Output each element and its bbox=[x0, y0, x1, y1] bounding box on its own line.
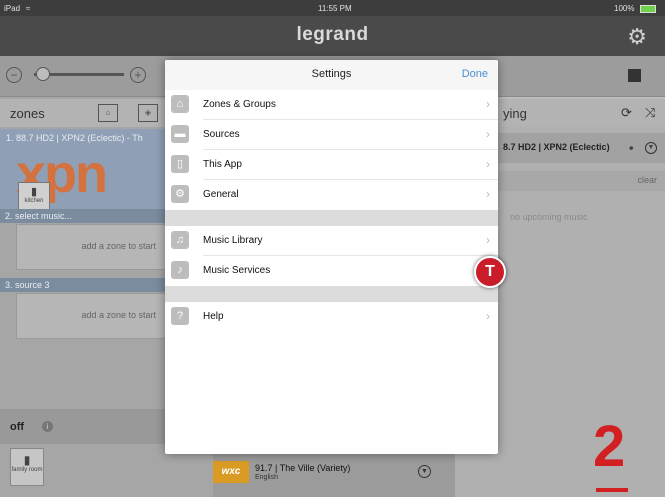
home-zone-icon[interactable]: ⌂ bbox=[98, 104, 118, 122]
speaker-icon: ▮ bbox=[30, 186, 38, 198]
family-room-tile[interactable]: ▮ family room bbox=[10, 448, 44, 486]
family-room-label: family room bbox=[11, 467, 43, 473]
settings-item-music-library[interactable]: ♫ Music Library › bbox=[165, 226, 498, 256]
tablet-icon: ▯ bbox=[171, 155, 189, 173]
off-label: off bbox=[10, 421, 25, 433]
settings-item-general[interactable]: ⚙ General › bbox=[165, 180, 498, 210]
wifi-icon: ≈ bbox=[26, 4, 31, 13]
info-icon[interactable]: i bbox=[42, 421, 53, 432]
repeat-icon[interactable]: ⟳ bbox=[621, 105, 632, 121]
zone-3-label: 3. source 3 bbox=[5, 280, 50, 290]
chevron-down-icon[interactable]: ▼ bbox=[418, 465, 431, 478]
now-playing-title: ying bbox=[503, 106, 527, 121]
settings-item-this-app[interactable]: ▯ This App › bbox=[165, 150, 498, 180]
step-number: 2 bbox=[593, 414, 626, 479]
settings-modal: Settings Done ⌂ Zones & Groups › ▬ Sourc… bbox=[165, 60, 498, 454]
battery-percent: 100% bbox=[614, 4, 635, 13]
settings-item-label: Music Services bbox=[203, 265, 271, 276]
chevron-right-icon: › bbox=[486, 157, 490, 171]
chevron-right-icon: › bbox=[486, 127, 490, 141]
status-time: 11:55 PM bbox=[318, 4, 352, 13]
settings-title: Settings bbox=[311, 68, 352, 80]
bottom-now-playing[interactable]: wxc 91.7 | The Ville (Variety) English ▼ bbox=[213, 454, 455, 497]
status-bar: iPad ≈ 11:55 PM 100% bbox=[0, 0, 665, 16]
kitchen-room-tile[interactable]: ▮ kitchen bbox=[18, 182, 50, 210]
clear-button[interactable]: clear bbox=[637, 175, 657, 185]
upcoming-empty-text: no upcoming music bbox=[510, 212, 588, 222]
settings-item-help[interactable]: ? Help › bbox=[165, 302, 498, 332]
volume-down-icon[interactable]: − bbox=[6, 67, 22, 83]
settings-item-label: Music Library bbox=[203, 235, 263, 246]
settings-header: Settings Done bbox=[165, 60, 498, 91]
battery-icon bbox=[640, 5, 656, 13]
settings-item-sources[interactable]: ▬ Sources › bbox=[165, 120, 498, 150]
zones-title: zones bbox=[10, 106, 45, 121]
volume-icon: ⦁ bbox=[629, 142, 634, 152]
device-label: iPad bbox=[4, 4, 21, 13]
tap-indicator-badge: T bbox=[474, 256, 506, 288]
app-logo: legrand bbox=[296, 24, 369, 45]
settings-item-label: Help bbox=[203, 311, 224, 322]
stop-button[interactable] bbox=[628, 69, 641, 82]
settings-item-label: This App bbox=[203, 159, 242, 170]
settings-item-label: Zones & Groups bbox=[203, 99, 276, 110]
speaker-icon: ▮ bbox=[23, 453, 31, 467]
kitchen-room-label: kitchen bbox=[24, 198, 44, 204]
section-spacer bbox=[165, 210, 498, 226]
chevron-down-icon[interactable]: ▼ bbox=[645, 142, 657, 154]
station-artwork: wxc bbox=[213, 461, 249, 483]
done-button[interactable]: Done bbox=[462, 68, 488, 80]
section-spacer bbox=[165, 286, 498, 302]
help-icon: ? bbox=[171, 307, 189, 325]
zone-3-placeholder: add a zone to start bbox=[81, 310, 156, 320]
chevron-right-icon: › bbox=[486, 187, 490, 201]
chevron-right-icon: › bbox=[486, 97, 490, 111]
settings-item-label: General bbox=[203, 189, 239, 200]
gear-icon[interactable]: ⚙ bbox=[627, 24, 647, 50]
zone-1-label: 1. 88.7 HD2 | XPN2 (Eclectic) - Th bbox=[6, 133, 143, 143]
settings-item-zones-groups[interactable]: ⌂ Zones & Groups › bbox=[165, 90, 498, 120]
chevron-right-icon: › bbox=[486, 233, 490, 247]
volume-slider-knob[interactable] bbox=[36, 67, 50, 81]
zone-2-placeholder: add a zone to start bbox=[81, 241, 156, 251]
step-underline bbox=[596, 488, 628, 492]
source-icon: ▬ bbox=[171, 125, 189, 143]
app-header: legrand ⚙ bbox=[0, 16, 665, 56]
now-playing-station: 8.7 HD2 | XPN2 (Eclectic) bbox=[503, 142, 610, 152]
house-icon: ⌂ bbox=[171, 95, 189, 113]
speaker-zone-icon[interactable]: ◈ bbox=[138, 104, 158, 122]
music-note-icon: ♫ bbox=[171, 231, 189, 249]
settings-item-music-services[interactable]: ♪ Music Services bbox=[165, 256, 498, 286]
bottom-station-language: English bbox=[255, 474, 278, 481]
zone-2-label: 2. select music... bbox=[5, 211, 73, 221]
gears-icon: ⚙ bbox=[171, 185, 189, 203]
shuffle-icon[interactable]: ⤨ bbox=[645, 105, 655, 121]
music-services-icon: ♪ bbox=[171, 261, 189, 279]
settings-item-label: Sources bbox=[203, 129, 240, 140]
chevron-right-icon: › bbox=[486, 309, 490, 323]
screenshot-frame: iPad ≈ 11:55 PM 100% legrand ⚙ − + zones… bbox=[0, 0, 665, 497]
bottom-station-name: 91.7 | The Ville (Variety) bbox=[255, 463, 351, 473]
volume-up-icon[interactable]: + bbox=[130, 67, 146, 83]
